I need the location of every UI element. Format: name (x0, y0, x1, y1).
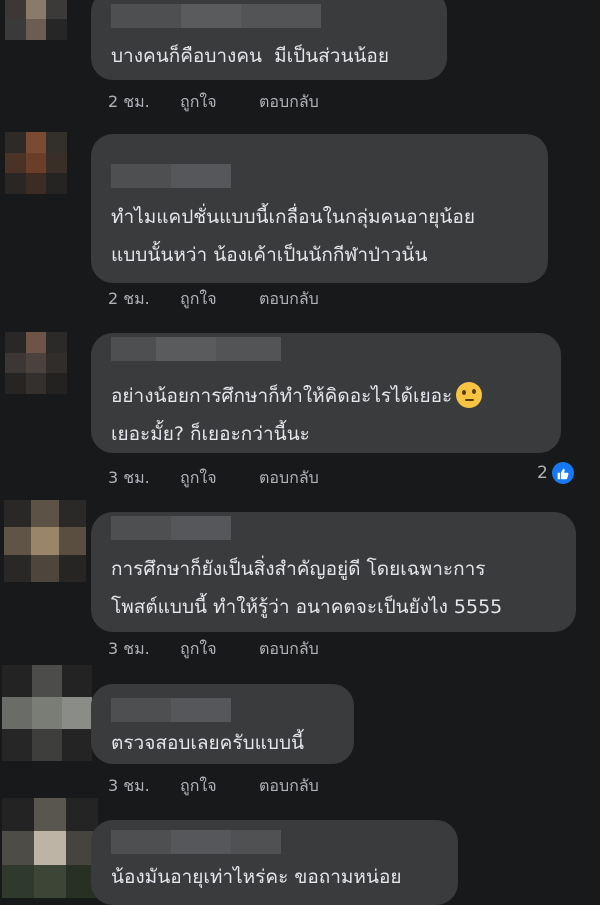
like-button[interactable]: ถูกใจ (180, 774, 259, 799)
author-name-blurred[interactable] (111, 516, 231, 540)
avatar[interactable] (5, 132, 67, 194)
comment-bubble: ทำไมแคปชั่นแบบนี้เกลื่อนในกลุ่มคนอายุน้อ… (91, 134, 548, 283)
comment-bubble: การศึกษาก็ยังเป็นสิ่งสำคัญอยู่ดี โดยเฉพา… (91, 512, 576, 632)
reaction-summary[interactable]: 2 (537, 462, 574, 484)
reply-button[interactable]: ตอบกลับ (259, 287, 319, 312)
avatar[interactable] (5, 332, 67, 394)
author-name-blurred[interactable] (111, 698, 231, 722)
like-thumb-icon (551, 462, 574, 484)
comment-actions: 3 ชม. ถูกใจ ตอบกลับ (108, 466, 319, 491)
timestamp[interactable]: 3 ชม. (108, 637, 180, 662)
thinking-face-icon (456, 382, 483, 408)
like-button[interactable]: ถูกใจ (180, 637, 259, 662)
comment-text: ตรวจสอบเลยครับแบบนี้ (111, 732, 305, 754)
timestamp[interactable]: 3 ชม. (108, 774, 180, 799)
reaction-count: 2 (537, 463, 548, 483)
timestamp[interactable]: 3 ชม. (108, 466, 180, 491)
comment-bubble: บางคนก็คือบางคน มีเป็นส่วนน้อย (91, 0, 447, 80)
like-button[interactable]: ถูกใจ (180, 466, 259, 491)
comment-actions: 2 ชม. ถูกใจ ตอบกลับ (108, 90, 319, 115)
reply-button[interactable]: ตอบกลับ (259, 774, 319, 799)
reply-button[interactable]: ตอบกลับ (259, 466, 319, 491)
like-button[interactable]: ถูกใจ (180, 287, 259, 312)
reply-button[interactable]: ตอบกลับ (259, 637, 319, 662)
comment-actions: 3 ชม. ถูกใจ ตอบกลับ (108, 637, 319, 662)
comment-text: เยอะมั้ย? ก็เยอะกว่านี้นะ (111, 423, 310, 445)
comment-bubble: น้องมันอายุเท่าไหร่คะ ขอถามหน่อย (91, 820, 458, 905)
author-name-blurred[interactable] (111, 164, 231, 188)
author-name-blurred[interactable] (111, 337, 281, 361)
comment-actions: 2 ชม. ถูกใจ ตอบกลับ (108, 287, 319, 312)
like-button[interactable]: ถูกใจ (180, 90, 259, 115)
comment-bubble: ตรวจสอบเลยครับแบบนี้ (91, 684, 354, 764)
comment-text: บางคนก็คือบางคน มีเป็นส่วนน้อย (111, 45, 389, 67)
timestamp[interactable]: 2 ชม. (108, 287, 180, 312)
comment-text: การศึกษาก็ยังเป็นสิ่งสำคัญอยู่ดี โดยเฉพา… (111, 558, 486, 580)
avatar[interactable] (5, 0, 67, 40)
author-name-blurred[interactable] (111, 830, 281, 854)
reply-button[interactable]: ตอบกลับ (259, 90, 319, 115)
avatar[interactable] (4, 500, 86, 582)
comment-text: ทำไมแคปชั่นแบบนี้เกลื่อนในกลุ่มคนอายุน้อ… (111, 206, 475, 228)
author-name-blurred[interactable] (111, 4, 321, 28)
avatar[interactable] (2, 798, 98, 898)
comment-actions: 3 ชม. ถูกใจ ตอบกลับ (108, 774, 319, 799)
avatar[interactable] (2, 665, 92, 761)
comment-bubble: อย่างน้อยการศึกษาก็ทำให้คิดอะไรได้เยอะ เ… (91, 333, 561, 453)
comment-text: โพสต์แบบนี้ ทำให้รู้ว่า อนาคตจะเป็นยังไง… (111, 596, 503, 618)
comment-text: น้องมันอายุเท่าไหร่คะ ขอถามหน่อย (111, 866, 402, 888)
comment-text: แบบนั้นหว่า น้องเค้าเป็นนักกีฬาป่าวนั่น (111, 244, 428, 266)
timestamp[interactable]: 2 ชม. (108, 90, 180, 115)
comment-text: อย่างน้อยการศึกษาก็ทำให้คิดอะไรได้เยอะ (111, 377, 483, 415)
